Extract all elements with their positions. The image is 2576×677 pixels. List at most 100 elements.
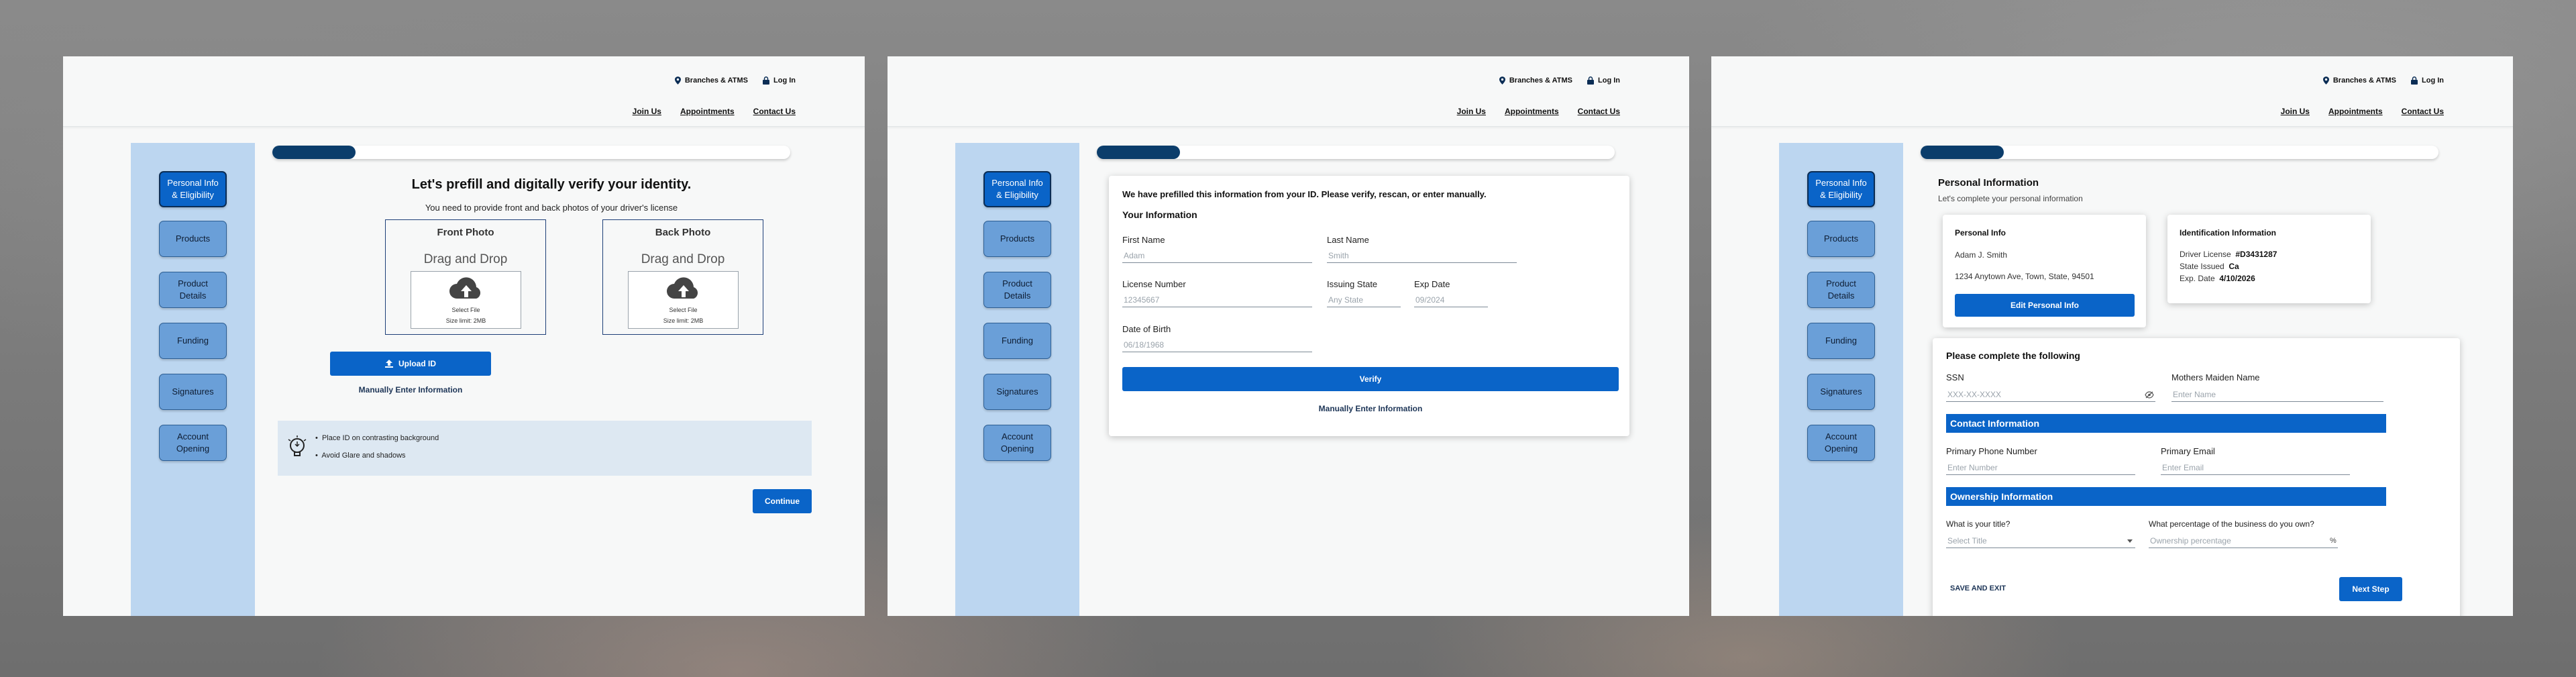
last-name-field[interactable]: Smith	[1327, 251, 1517, 263]
sidebar-item-account-opening[interactable]: Account Opening	[1807, 425, 1875, 461]
sidebar-item-product-details[interactable]: Product Details	[983, 272, 1051, 308]
page-subtitle: You need to provide front and back photo…	[425, 203, 678, 213]
sidebar-item-products[interactable]: Products	[159, 221, 227, 257]
sidebar-item-product-details[interactable]: Product Details	[159, 272, 227, 308]
nav-appointments[interactable]: Appointments	[1505, 107, 1559, 116]
tip-item: • Avoid Glare and shadows	[315, 452, 406, 460]
nav-appointments[interactable]: Appointments	[680, 107, 735, 116]
maiden-name-field[interactable]: Enter Name	[2171, 390, 2383, 402]
cloud-upload-icon	[667, 277, 698, 299]
first-name-field[interactable]: Adam	[1122, 251, 1312, 263]
lock-icon	[763, 76, 769, 85]
main-nav: Join Us Appointments Contact Us	[2281, 107, 2444, 116]
location-pin-icon	[674, 76, 681, 85]
screen-personal-information: Branches & ATMS Log In Join Us Appointme…	[1711, 56, 2513, 616]
ownership-section-bar: Ownership Information	[1946, 487, 2386, 506]
progress-fill	[1097, 146, 1180, 159]
last-name-label: Last Name	[1327, 235, 1369, 245]
select-file-label: Select File	[451, 307, 480, 313]
progress-fill	[1921, 146, 2004, 159]
tips-panel: • Place ID on contrasting background • A…	[278, 421, 812, 476]
license-row: Driver License #D3431287	[2180, 250, 2277, 259]
front-select-file[interactable]: Select File Size limit: 2MB	[411, 271, 521, 329]
front-photo-title: Front Photo	[437, 227, 494, 238]
page-title: Personal Information	[1938, 177, 2039, 189]
complete-form-card: Please complete the following SSN XXX-XX…	[1933, 338, 2460, 616]
sidebar-item-personal-info[interactable]: Personal Info & Eligibility	[159, 171, 227, 207]
email-field[interactable]: Enter Email	[2161, 463, 2350, 475]
ssn-field[interactable]: XXX-XX-XXXX	[1946, 390, 2155, 402]
utility-links: Branches & ATMS Log In	[2322, 76, 2444, 85]
utility-links: Branches & ATMS Log In	[1499, 76, 1620, 85]
nav-contact-us[interactable]: Contact Us	[753, 107, 796, 116]
manually-enter-link[interactable]: Manually Enter Information	[1122, 404, 1619, 413]
eye-slash-icon[interactable]	[2145, 391, 2154, 399]
sidebar-item-funding[interactable]: Funding	[983, 323, 1051, 359]
back-photo-dropzone[interactable]: Back Photo Drag and Drop Select File Siz…	[602, 219, 763, 335]
step-sidebar: Personal Info & Eligibility Products Pro…	[1779, 143, 1903, 616]
sidebar-item-products[interactable]: Products	[983, 221, 1051, 257]
login-link[interactable]: Log In	[2411, 76, 2444, 85]
top-header: Branches & ATMS Log In Join Us Appointme…	[888, 56, 1689, 127]
continue-button[interactable]: Continue	[753, 489, 812, 513]
size-limit-label: Size limit: 2MB	[663, 317, 704, 324]
maiden-name-label: Mothers Maiden Name	[2171, 372, 2260, 382]
sidebar-item-signatures[interactable]: Signatures	[1807, 374, 1875, 410]
first-name-label: First Name	[1122, 235, 1165, 245]
state-issued-row: State Issued Ca	[2180, 262, 2239, 271]
upload-icon	[385, 360, 393, 368]
phone-field[interactable]: Enter Number	[1946, 463, 2135, 475]
sidebar-item-signatures[interactable]: Signatures	[159, 374, 227, 410]
save-and-exit-link[interactable]: SAVE AND EXIT	[1950, 584, 2006, 592]
license-label: License Number	[1122, 279, 1186, 289]
login-link[interactable]: Log In	[763, 76, 796, 85]
license-field[interactable]: 12345667	[1122, 295, 1312, 307]
sidebar-item-funding[interactable]: Funding	[1807, 323, 1875, 359]
sidebar-item-personal-info[interactable]: Personal Info & Eligibility	[983, 171, 1051, 207]
upload-id-button[interactable]: Upload ID	[330, 352, 491, 376]
nav-appointments[interactable]: Appointments	[2328, 107, 2383, 116]
sidebar-item-account-opening[interactable]: Account Opening	[159, 425, 227, 461]
location-pin-icon	[1499, 76, 1505, 85]
login-link[interactable]: Log In	[1587, 76, 1620, 85]
lock-icon	[2411, 76, 2418, 85]
verify-button[interactable]: Verify	[1122, 367, 1619, 391]
sidebar-item-personal-info[interactable]: Personal Info & Eligibility	[1807, 171, 1875, 207]
nav-join-us[interactable]: Join Us	[633, 107, 661, 116]
back-select-file[interactable]: Select File Size limit: 2MB	[628, 271, 739, 329]
branches-link[interactable]: Branches & ATMS	[1499, 76, 1572, 85]
ownership-percent-field[interactable]: Ownership percentage	[2149, 536, 2338, 548]
sidebar-item-signatures[interactable]: Signatures	[983, 374, 1051, 410]
issuing-state-label: Issuing State	[1327, 279, 1378, 289]
full-name: Adam J. Smith	[1955, 250, 2008, 260]
exp-date-field[interactable]: 09/2024	[1414, 295, 1488, 307]
nav-contact-us[interactable]: Contact Us	[2402, 107, 2444, 116]
ssn-label: SSN	[1946, 372, 1964, 382]
dob-field[interactable]: 06/18/1968	[1122, 340, 1312, 352]
nav-join-us[interactable]: Join Us	[1457, 107, 1486, 116]
nav-join-us[interactable]: Join Us	[2281, 107, 2310, 116]
nav-contact-us[interactable]: Contact Us	[1578, 107, 1620, 116]
branches-link[interactable]: Branches & ATMS	[674, 76, 748, 85]
exp-date-label: Exp Date	[1414, 279, 1450, 289]
sidebar-item-account-opening[interactable]: Account Opening	[983, 425, 1051, 461]
form-heading: Please complete the following	[1946, 350, 2080, 361]
branches-link[interactable]: Branches & ATMS	[2322, 76, 2396, 85]
front-photo-drag-text: Drag and Drop	[423, 252, 508, 266]
id-info-heading: Identification Information	[2180, 228, 2276, 238]
top-header: Branches & ATMS Log In Join Us Appointme…	[1711, 56, 2513, 127]
exp-date-row: Exp. Date 4/10/2026	[2180, 274, 2255, 283]
next-step-button[interactable]: Next Step	[2339, 577, 2402, 601]
edit-personal-info-button[interactable]: Edit Personal Info	[1955, 294, 2135, 317]
issuing-state-field[interactable]: Any State	[1327, 295, 1401, 307]
page-subtitle: Let's complete your personal information	[1938, 194, 2083, 203]
sidebar-item-products[interactable]: Products	[1807, 221, 1875, 257]
sidebar-item-product-details[interactable]: Product Details	[1807, 272, 1875, 308]
address: 1234 Anytown Ave, Town, State, 94501	[1955, 272, 2094, 281]
back-photo-drag-text: Drag and Drop	[641, 252, 725, 266]
front-photo-dropzone[interactable]: Front Photo Drag and Drop Select File Si…	[385, 219, 546, 335]
ownership-percent-label: What percentage of the business do you o…	[2149, 519, 2314, 529]
title-select[interactable]: Select Title	[1946, 536, 2135, 548]
manually-enter-link[interactable]: Manually Enter Information	[330, 385, 491, 395]
sidebar-item-funding[interactable]: Funding	[159, 323, 227, 359]
